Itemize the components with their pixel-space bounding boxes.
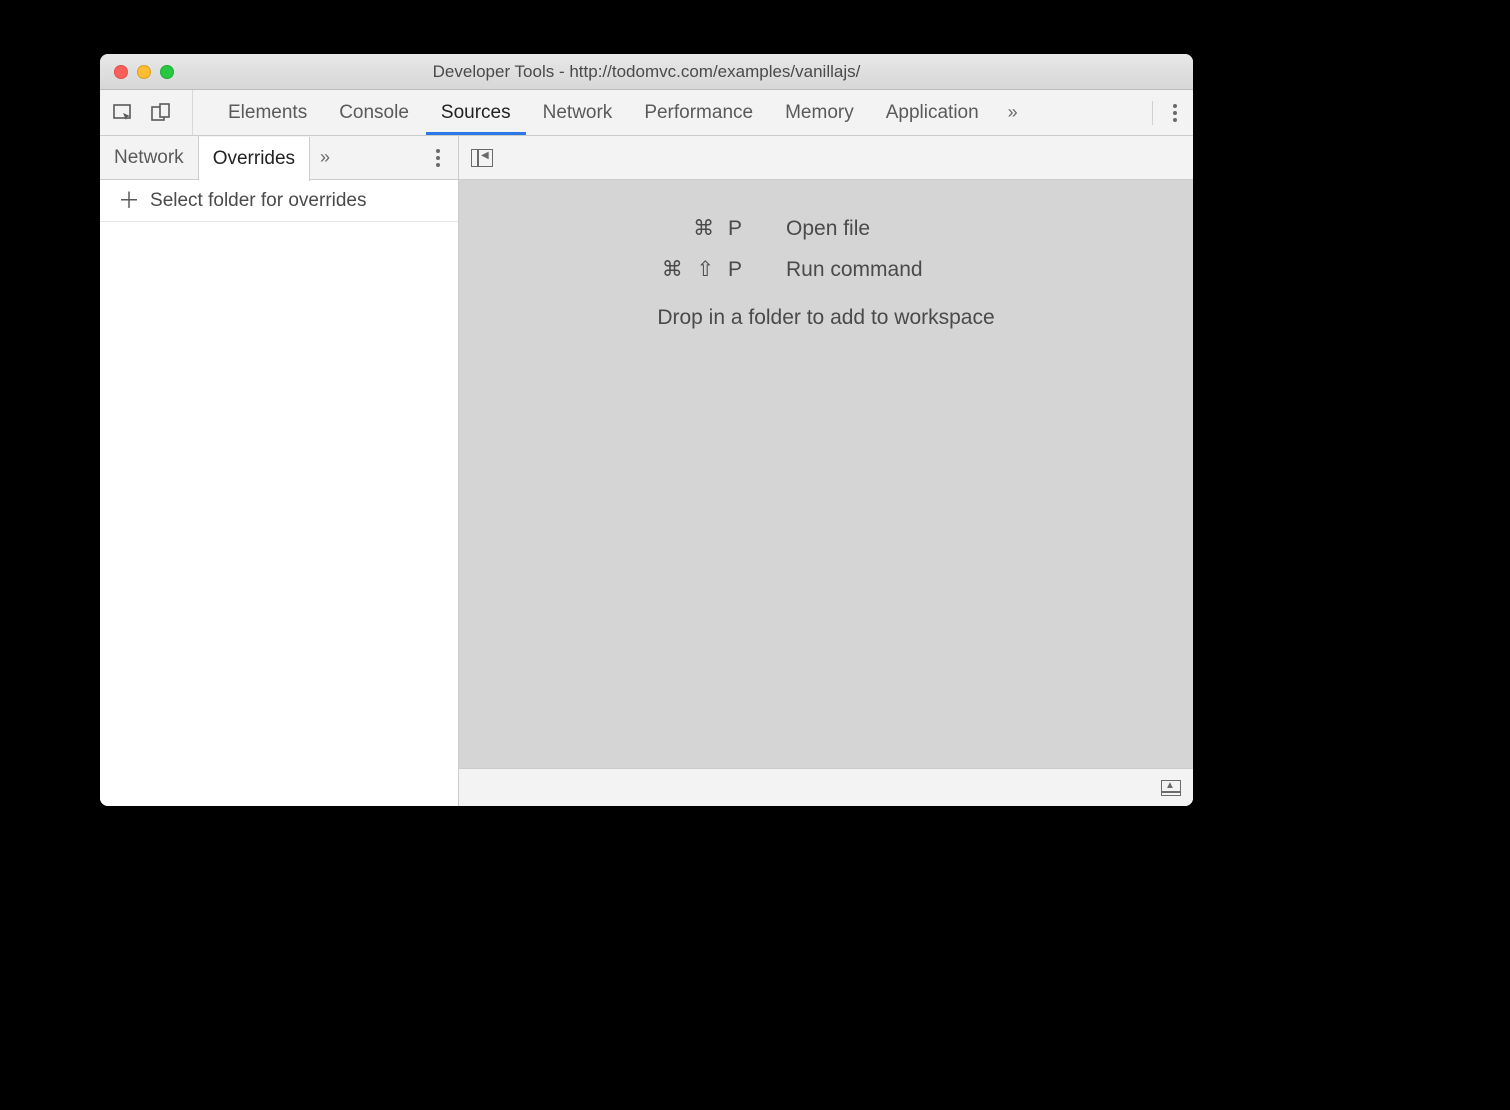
settings-menu-icon[interactable]	[1167, 98, 1183, 128]
divider	[1152, 101, 1153, 125]
tabs-overflow-icon[interactable]: »	[1002, 102, 1024, 123]
titlebar: Developer Tools - http://todomvc.com/exa…	[100, 54, 1193, 90]
hint-run-command-label: Run command	[786, 258, 923, 282]
hints: ⌘ P Open file ⌘ ⇧ P Run command Drop in …	[459, 180, 1193, 330]
sidebar-tabs-overflow-icon[interactable]: »	[310, 147, 340, 168]
sidebar-menu-icon[interactable]	[430, 143, 446, 173]
sidebar-tabs: Network Overrides »	[100, 136, 458, 180]
shortcut-run-command: ⌘ ⇧ P	[586, 257, 786, 282]
sidebar-tab-overrides[interactable]: Overrides	[199, 137, 310, 181]
editor-footer	[459, 768, 1193, 806]
show-drawer-icon[interactable]	[1161, 780, 1181, 796]
editor-empty-state: ⌘ P Open file ⌘ ⇧ P Run command Drop in …	[459, 180, 1193, 768]
sources-sidebar: Network Overrides » ＋ Select folder for …	[100, 136, 459, 806]
select-folder-for-overrides-button[interactable]: ＋ Select folder for overrides	[100, 180, 458, 222]
drop-folder-hint: Drop in a folder to add to workspace	[657, 306, 994, 330]
tab-performance[interactable]: Performance	[629, 90, 768, 135]
hint-run-command: ⌘ ⇧ P Run command	[586, 257, 1066, 282]
tab-network[interactable]: Network	[528, 90, 628, 135]
editor-area: ⌘ P Open file ⌘ ⇧ P Run command Drop in …	[459, 136, 1193, 806]
minimize-window-button[interactable]	[137, 65, 151, 79]
tab-application[interactable]: Application	[871, 90, 994, 135]
panel-body: Network Overrides » ＋ Select folder for …	[100, 136, 1193, 806]
device-toolbar-icon[interactable]	[148, 100, 174, 126]
inspect-element-icon[interactable]	[110, 100, 136, 126]
window-title: Developer Tools - http://todomvc.com/exa…	[100, 62, 1193, 82]
hint-open-file: ⌘ P Open file	[586, 216, 1066, 241]
main-toolbar: Elements Console Sources Network Perform…	[100, 90, 1193, 136]
editor-toolbar	[459, 136, 1193, 180]
hint-open-file-label: Open file	[786, 217, 870, 241]
toolbar-right	[1138, 90, 1183, 135]
sidebar-tab-network[interactable]: Network	[100, 136, 199, 179]
maximize-window-button[interactable]	[160, 65, 174, 79]
tab-sources[interactable]: Sources	[426, 90, 526, 135]
traffic-lights	[100, 65, 174, 79]
tab-memory[interactable]: Memory	[770, 90, 869, 135]
shortcut-open-file: ⌘ P	[586, 216, 786, 241]
main-tabs: Elements Console Sources Network Perform…	[213, 90, 1024, 135]
close-window-button[interactable]	[114, 65, 128, 79]
collapse-sidebar-icon[interactable]	[471, 149, 493, 167]
devtools-window: Developer Tools - http://todomvc.com/exa…	[100, 54, 1193, 806]
select-folder-label: Select folder for overrides	[150, 190, 367, 212]
tab-console[interactable]: Console	[324, 90, 424, 135]
tab-elements[interactable]: Elements	[213, 90, 322, 135]
toolbar-left	[110, 90, 193, 135]
plus-icon: ＋	[118, 190, 140, 212]
